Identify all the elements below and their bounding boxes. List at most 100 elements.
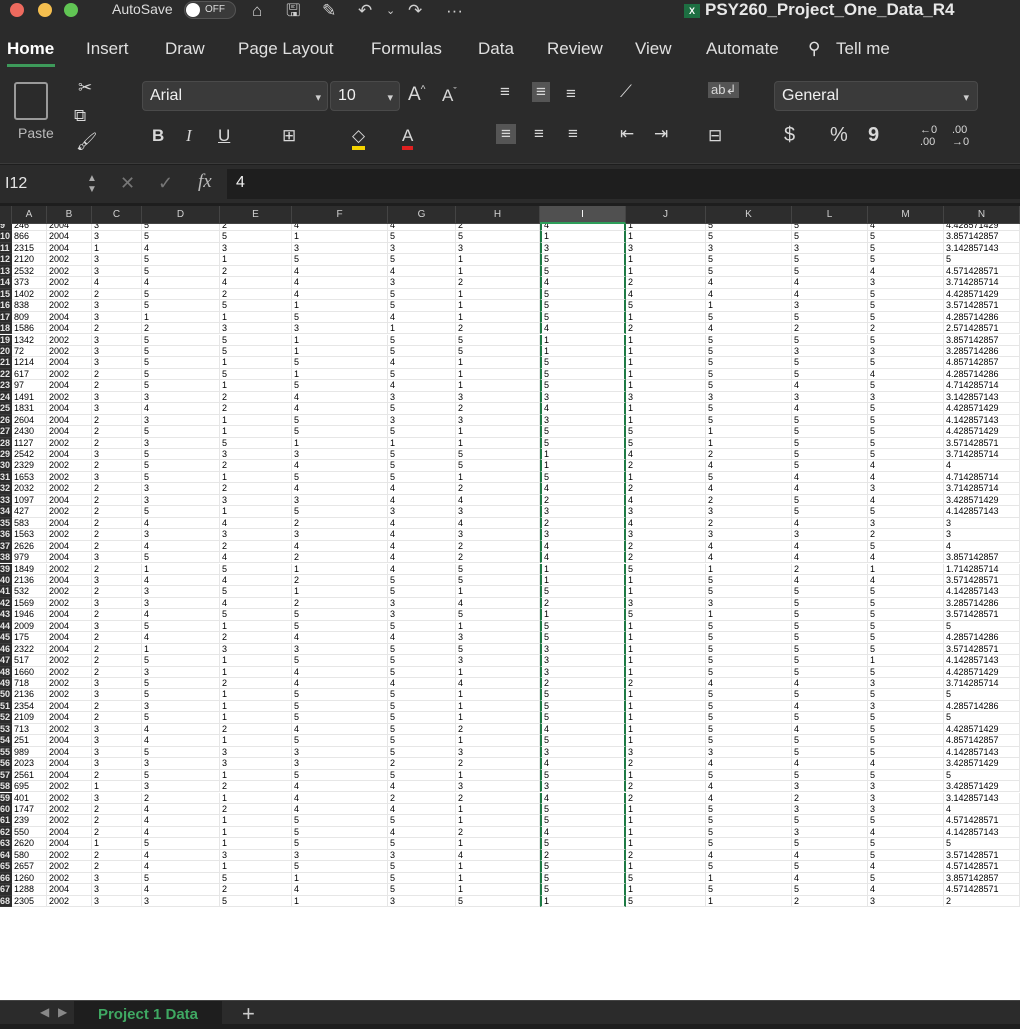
cell-i55[interactable]: 3	[540, 746, 626, 759]
cell-a52[interactable]: 2109	[12, 712, 47, 724]
cell-n62[interactable]: 4.142857143	[944, 826, 1020, 839]
cell-f37[interactable]: 4	[292, 540, 388, 553]
copy-icon[interactable]: ⧉	[74, 106, 86, 126]
cell-j31[interactable]: 1	[626, 471, 706, 484]
cell-h25[interactable]: 2	[456, 403, 540, 415]
row-header[interactable]: 13	[0, 265, 12, 278]
cell-g30[interactable]: 5	[388, 460, 456, 472]
cell-n49[interactable]: 3.714285714	[944, 678, 1020, 690]
row-header[interactable]: 27	[0, 426, 12, 438]
cell-a18[interactable]: 1586	[12, 323, 47, 335]
row-header[interactable]: 50	[0, 689, 12, 701]
cell-f64[interactable]: 3	[292, 849, 388, 862]
cell-d26[interactable]: 3	[142, 414, 220, 427]
tab-draw[interactable]: Draw	[165, 39, 205, 59]
cell-c65[interactable]: 2	[92, 861, 142, 873]
cell-d24[interactable]: 3	[142, 391, 220, 404]
undo-icon[interactable]: ↶	[358, 0, 372, 22]
cell-h29[interactable]: 5	[456, 449, 540, 461]
cell-j51[interactable]: 1	[626, 700, 706, 713]
align-right-icon[interactable]: ≡	[568, 124, 578, 144]
cell-k52[interactable]: 5	[706, 712, 792, 724]
cell-g31[interactable]: 5	[388, 471, 456, 484]
cell-h48[interactable]: 1	[456, 666, 540, 678]
minimize-window-button[interactable]	[38, 3, 52, 17]
cell-g12[interactable]: 5	[388, 254, 456, 266]
cell-f11[interactable]: 3	[292, 242, 388, 255]
cell-e19[interactable]: 5	[220, 334, 292, 346]
cell-c30[interactable]: 2	[92, 460, 142, 472]
cell-m43[interactable]: 5	[868, 609, 944, 621]
cell-h53[interactable]: 2	[456, 723, 540, 736]
cell-f10[interactable]: 1	[292, 231, 388, 243]
cell-j21[interactable]: 1	[626, 357, 706, 369]
cell-m66[interactable]: 5	[868, 872, 944, 885]
cell-k61[interactable]: 5	[706, 815, 792, 827]
cell-a20[interactable]: 72	[12, 345, 47, 358]
cell-d46[interactable]: 1	[142, 643, 220, 656]
cell-a9[interactable]: 246	[12, 224, 47, 232]
cell-l28[interactable]: 5	[792, 437, 868, 449]
cell-k57[interactable]: 5	[706, 769, 792, 782]
cell-e54[interactable]: 1	[220, 735, 292, 747]
cell-d48[interactable]: 3	[142, 666, 220, 678]
cell-a30[interactable]: 2329	[12, 460, 47, 472]
cell-j9[interactable]: 1	[626, 224, 706, 232]
cell-n58[interactable]: 3.428571429	[944, 781, 1020, 793]
column-header-g[interactable]: G	[388, 206, 456, 224]
cell-f43[interactable]: 5	[292, 609, 388, 621]
cell-l12[interactable]: 5	[792, 254, 868, 266]
cell-e34[interactable]: 1	[220, 506, 292, 518]
cell-k38[interactable]: 4	[706, 552, 792, 564]
cell-b40[interactable]: 2004	[47, 574, 92, 587]
cell-a54[interactable]: 251	[12, 735, 47, 747]
cell-k63[interactable]: 5	[706, 838, 792, 850]
cell-l43[interactable]: 5	[792, 609, 868, 621]
cell-i68[interactable]: 1	[540, 895, 626, 907]
cell-g22[interactable]: 5	[388, 368, 456, 381]
cell-k37[interactable]: 4	[706, 540, 792, 553]
cell-a57[interactable]: 2561	[12, 769, 47, 782]
cell-j24[interactable]: 3	[626, 391, 706, 404]
column-header-n[interactable]: N	[944, 206, 1020, 224]
cell-i61[interactable]: 5	[540, 815, 626, 827]
cell-d58[interactable]: 3	[142, 781, 220, 793]
cell-g48[interactable]: 5	[388, 666, 456, 678]
cell-m49[interactable]: 3	[868, 678, 944, 690]
cell-k34[interactable]: 3	[706, 506, 792, 518]
cell-j64[interactable]: 2	[626, 849, 706, 862]
cell-a28[interactable]: 1127	[12, 437, 47, 449]
cell-m63[interactable]: 5	[868, 838, 944, 850]
cell-d9[interactable]: 5	[142, 224, 220, 232]
cell-m59[interactable]: 3	[868, 792, 944, 804]
cell-g26[interactable]: 3	[388, 414, 456, 427]
cell-n28[interactable]: 3.571428571	[944, 437, 1020, 449]
row-header[interactable]: 19	[0, 334, 12, 346]
cell-d10[interactable]: 5	[142, 231, 220, 243]
number-format-select[interactable]: General ▾	[774, 81, 978, 111]
cell-c24[interactable]: 3	[92, 391, 142, 404]
cell-n61[interactable]: 4.571428571	[944, 815, 1020, 827]
cell-a23[interactable]: 97	[12, 380, 47, 392]
cell-k45[interactable]: 5	[706, 632, 792, 644]
cell-d33[interactable]: 3	[142, 494, 220, 507]
cell-a41[interactable]: 532	[12, 586, 47, 598]
font-color-icon[interactable]: A	[402, 126, 414, 150]
row-header[interactable]: 39	[0, 563, 12, 575]
cell-b41[interactable]: 2002	[47, 586, 92, 598]
row-header[interactable]: 48	[0, 666, 12, 678]
cell-c34[interactable]: 2	[92, 506, 142, 518]
cell-e63[interactable]: 1	[220, 838, 292, 850]
cell-c31[interactable]: 3	[92, 471, 142, 484]
cell-f54[interactable]: 5	[292, 735, 388, 747]
cell-l34[interactable]: 5	[792, 506, 868, 518]
cell-e11[interactable]: 3	[220, 242, 292, 255]
cell-i13[interactable]: 5	[540, 265, 626, 278]
column-header-k[interactable]: K	[706, 206, 792, 224]
cell-b62[interactable]: 2004	[47, 826, 92, 839]
cell-c19[interactable]: 3	[92, 334, 142, 346]
more-icon[interactable]: ···	[446, 0, 463, 22]
column-header-d[interactable]: D	[142, 206, 220, 224]
cell-n60[interactable]: 4	[944, 803, 1020, 816]
cell-n31[interactable]: 4.714285714	[944, 471, 1020, 484]
